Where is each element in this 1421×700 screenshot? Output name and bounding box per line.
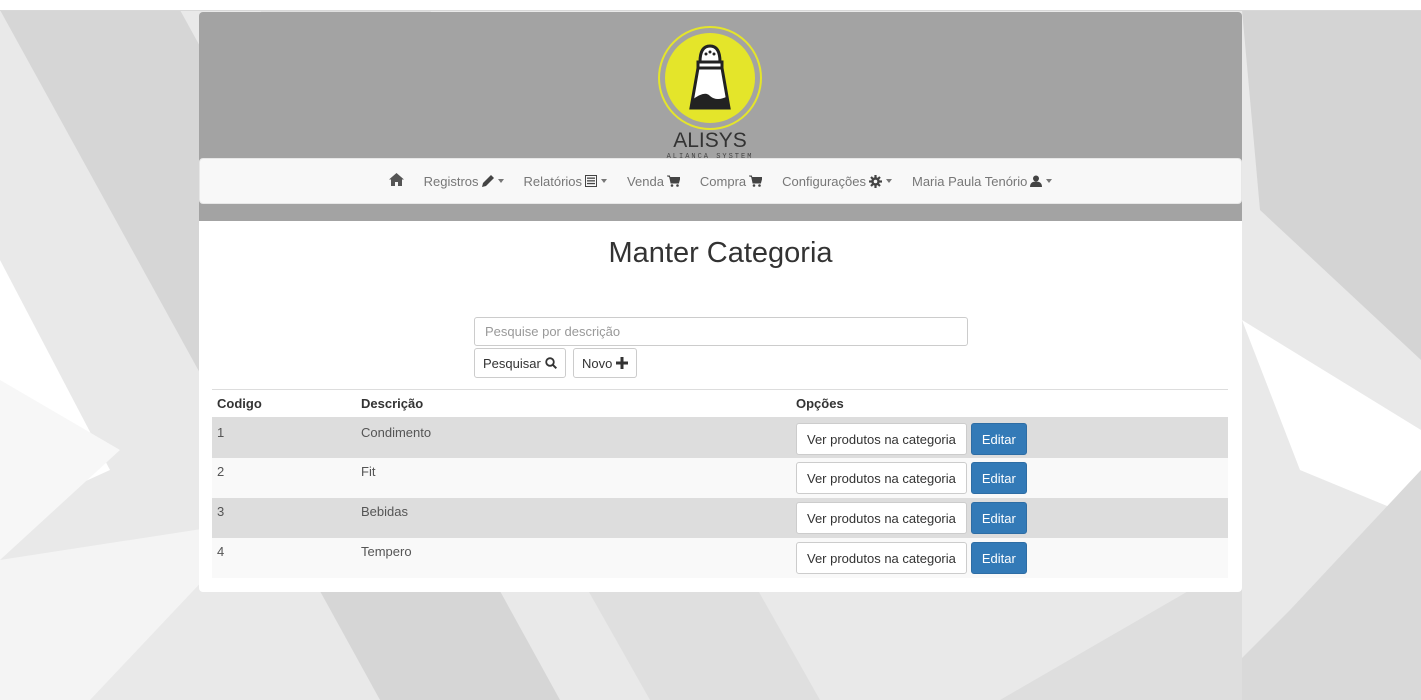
chevron-down-icon — [497, 179, 504, 183]
nav-user-label: Maria Paula Tenório — [912, 173, 1028, 189]
chevron-down-icon — [1046, 179, 1053, 183]
nav-venda-label: Venda — [627, 173, 664, 189]
cell-options: Ver produtos na categoria Editar — [791, 498, 1228, 538]
nav-compra-label: Compra — [699, 173, 747, 189]
edit-button[interactable]: Editar — [970, 502, 1027, 534]
cart-icon — [666, 175, 680, 187]
nav-configuracoes-label: Configurações — [782, 173, 866, 189]
column-header-opcoes: Opções — [791, 389, 1228, 419]
cell-options: Ver produtos na categoria Editar — [791, 538, 1228, 578]
view-products-button[interactable]: Ver produtos na categoria — [796, 423, 967, 455]
cell-codigo: 4 — [212, 538, 356, 578]
cell-options: Ver produtos na categoria Editar — [791, 458, 1228, 498]
cell-codigo: 3 — [212, 498, 356, 538]
brand-name: ALISYS — [673, 129, 747, 152]
edit-button[interactable]: Editar — [970, 462, 1027, 494]
cell-descricao: Bebidas — [356, 498, 791, 538]
chevron-down-icon — [601, 179, 608, 183]
cell-descricao: Fit — [356, 458, 791, 498]
search-input[interactable] — [474, 317, 968, 346]
search-icon — [545, 357, 557, 369]
main-navbar: Registros Relatórios Venda Compra Config… — [199, 158, 1242, 204]
table-row: 1 Condimento Ver produtos na categoria E… — [212, 418, 1228, 458]
column-header-codigo: Codigo — [212, 389, 356, 419]
page-title: Manter Categoria — [608, 237, 833, 269]
new-button-label: Novo — [582, 355, 613, 371]
nav-relatorios[interactable]: Relatórios — [514, 174, 618, 189]
header: ALISYS ALIANÇA SYSTEM Registros Relatóri… — [199, 12, 1242, 221]
view-products-button[interactable]: Ver produtos na categoria — [796, 502, 967, 534]
gear-icon — [869, 174, 882, 188]
nav-compra[interactable]: Compra — [690, 174, 772, 189]
nav-relatorios-label: Relatórios — [523, 173, 583, 189]
nav-home[interactable] — [379, 173, 414, 189]
edit-button[interactable]: Editar — [970, 423, 1027, 455]
alisys-logo: ALISYS ALIANÇA SYSTEM — [657, 16, 763, 166]
cell-codigo: 1 — [212, 418, 356, 458]
categories-table: Codigo Descrição Opções 1 Condimento Ver… — [212, 389, 1228, 578]
nav-registros[interactable]: Registros — [414, 174, 514, 189]
edit-button[interactable]: Editar — [970, 542, 1027, 574]
table-header-row: Codigo Descrição Opções — [212, 389, 1228, 419]
search-button-label: Pesquisar — [483, 355, 541, 371]
list-icon — [585, 175, 598, 187]
cell-codigo: 2 — [212, 458, 356, 498]
app-container: ALISYS ALIANÇA SYSTEM Registros Relatóri… — [199, 12, 1242, 592]
new-button[interactable]: Novo — [573, 348, 638, 378]
home-icon — [388, 173, 404, 189]
plus-icon — [616, 357, 629, 369]
column-header-descricao: Descrição — [356, 389, 791, 419]
cell-descricao: Tempero — [356, 538, 791, 578]
nav-user-menu[interactable]: Maria Paula Tenório — [902, 174, 1062, 189]
view-products-button[interactable]: Ver produtos na categoria — [796, 542, 967, 574]
nav-registros-label: Registros — [423, 173, 479, 189]
nav-venda[interactable]: Venda — [617, 174, 690, 189]
nav-configuracoes[interactable]: Configurações — [772, 174, 902, 189]
top-border — [0, 0, 1421, 11]
content-card: Manter Categoria Pesquisar Novo Codigo D… — [199, 221, 1242, 592]
table-row: 2 Fit Ver produtos na categoria Editar — [212, 458, 1228, 498]
cell-options: Ver produtos na categoria Editar — [791, 418, 1228, 458]
pencil-icon — [481, 175, 494, 187]
cell-descricao: Condimento — [356, 418, 791, 458]
search-button[interactable]: Pesquisar — [474, 348, 566, 378]
view-products-button[interactable]: Ver produtos na categoria — [796, 462, 967, 494]
table-row: 3 Bebidas Ver produtos na categoria Edit… — [212, 498, 1228, 538]
chevron-down-icon — [886, 179, 892, 183]
cart-icon — [749, 175, 763, 187]
table-row: 4 Tempero Ver produtos na categoria Edit… — [212, 538, 1228, 578]
user-icon — [1030, 175, 1043, 187]
